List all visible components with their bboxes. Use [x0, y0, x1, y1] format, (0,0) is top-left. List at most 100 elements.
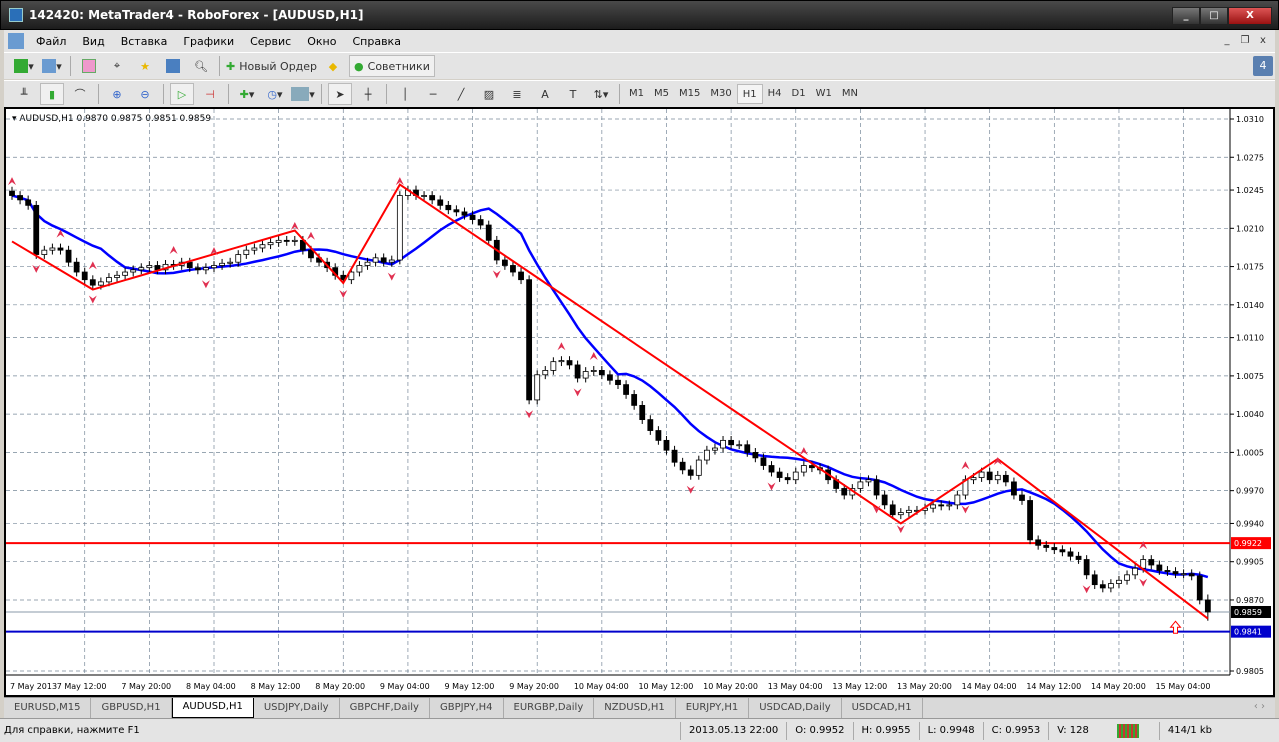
chart-tab[interactable]: GBPCHF,Daily — [340, 698, 430, 718]
zoom-in-button[interactable]: ⊕ — [105, 83, 129, 105]
timeframe-w1[interactable]: W1 — [811, 84, 837, 104]
candle-body — [57, 247, 64, 251]
notifications-badge[interactable]: 4 — [1253, 56, 1273, 76]
minimize-button[interactable]: _ — [1172, 7, 1200, 25]
chart-tab[interactable]: GBPJPY,H4 — [430, 698, 504, 718]
candle-body — [81, 271, 88, 281]
standard-toolbar: ▾ ▾ ⌖ ★ 🔍︎ ✚ Новый Ордер ◆ ● Советники — [4, 52, 1275, 79]
x-tick-label: 9 May 12:00 — [445, 682, 495, 691]
menu-help[interactable]: Справка — [344, 35, 408, 48]
candle-body — [518, 271, 524, 281]
close-button[interactable]: X — [1228, 7, 1272, 25]
x-tick-label: 10 May 04:00 — [574, 682, 629, 691]
new-chart-button[interactable]: ▾ — [12, 55, 36, 77]
chart-tab[interactable]: USDCAD,H1 — [842, 698, 923, 718]
menu-file[interactable]: Файл — [28, 35, 74, 48]
candle-body — [526, 279, 533, 401]
timeframe-m1[interactable]: M1 — [624, 84, 649, 104]
bar-chart-button[interactable]: ╨ — [12, 83, 36, 105]
fractal-up-icon — [88, 261, 97, 270]
candle-body — [372, 257, 379, 263]
cursor-tool[interactable]: ➤ — [328, 83, 352, 105]
x-tick-label: 8 May 20:00 — [315, 682, 365, 691]
fractal-down-icon — [961, 505, 970, 514]
market-watch-icon — [82, 59, 96, 73]
candle-body — [275, 239, 282, 243]
timeframe-mn[interactable]: MN — [837, 84, 863, 104]
candle-body — [421, 195, 427, 197]
menu-insert[interactable]: Вставка — [113, 35, 176, 48]
indicators-button[interactable]: ✚ ▾ — [235, 83, 259, 105]
menu-window[interactable]: Окно — [299, 35, 344, 48]
menu-charts[interactable]: Графики — [175, 35, 242, 48]
chart-window-icon[interactable] — [8, 33, 24, 49]
crosshair-tool[interactable]: ┼ — [356, 83, 380, 105]
navigator-button[interactable]: ★ — [133, 55, 157, 77]
chart-tab[interactable]: USDJPY,Daily — [254, 698, 340, 718]
candle-body — [453, 209, 460, 213]
text-label-tool[interactable]: T — [561, 83, 585, 105]
menu-tools[interactable]: Сервис — [242, 35, 299, 48]
mdi-close-button[interactable]: x — [1255, 33, 1271, 49]
candle-body — [1156, 564, 1163, 571]
profiles-button[interactable]: ▾ — [40, 55, 64, 77]
candle-body — [1091, 574, 1098, 586]
timeframe-h1[interactable]: H1 — [736, 84, 763, 104]
maximize-button[interactable]: □ — [1200, 7, 1228, 25]
candle-body — [582, 371, 589, 379]
candle-body — [477, 219, 484, 226]
crosshair-target-icon: ⌖ — [113, 59, 121, 72]
mdi-restore-button[interactable]: ❐ — [1237, 33, 1253, 49]
arrows-tool[interactable]: ⇅ ▾ — [589, 83, 613, 105]
chart-tab[interactable]: EURJPY,H1 — [676, 698, 750, 718]
timeframe-m5[interactable]: M5 — [649, 84, 674, 104]
expert-advisors-button[interactable]: ● Советники — [349, 55, 435, 77]
timeframe-m15[interactable]: M15 — [674, 84, 705, 104]
fractal-up-icon — [290, 221, 299, 230]
candle-body — [203, 267, 209, 271]
candle-body — [946, 504, 953, 507]
candlestick-button[interactable]: ▮ — [40, 83, 64, 105]
price-chart[interactable]: ▾ AUDUSD,H1 0.9870 0.9875 0.9851 0.9859 1… — [6, 109, 1273, 695]
chart-window[interactable]: ▾ AUDUSD,H1 0.9870 0.9875 0.9851 0.9859 1… — [4, 107, 1275, 697]
horizontal-line-tool[interactable]: ─ — [421, 83, 445, 105]
candle-body — [671, 449, 678, 463]
chart-tab[interactable]: EURUSD,M15 — [4, 698, 92, 718]
line-chart-button[interactable]: ⌒ — [68, 83, 92, 105]
equidistant-channel-tool[interactable]: ▨ — [477, 83, 501, 105]
timeframe-m30[interactable]: M30 — [705, 84, 736, 104]
candle-body — [396, 195, 403, 261]
timeframe-h4[interactable]: H4 — [763, 84, 787, 104]
timeframe-d1[interactable]: D1 — [787, 84, 811, 104]
candle-body — [17, 195, 23, 201]
chart-tab[interactable]: AUDUSD,H1 — [171, 698, 254, 718]
chart-tab[interactable]: GBPUSD,H1 — [91, 698, 172, 718]
mdi-minimize-button[interactable]: _ — [1219, 33, 1235, 49]
periods-button[interactable]: ◷ ▾ — [263, 83, 287, 105]
vertical-line-tool[interactable]: │ — [393, 83, 417, 105]
chart-tab[interactable]: NZDUSD,H1 — [594, 698, 676, 718]
zoom-out-button[interactable]: ⊖ — [133, 83, 157, 105]
data-window-button[interactable]: ⌖ — [105, 55, 129, 77]
tab-scroll-arrows[interactable]: ‹ › — [1254, 701, 1265, 712]
strategy-tester-button[interactable]: 🔍︎ — [189, 55, 213, 77]
terminal-button[interactable] — [161, 55, 185, 77]
alert-button[interactable]: ◆ — [321, 55, 345, 77]
menu-view[interactable]: Вид — [74, 35, 112, 48]
candle-body — [1099, 584, 1106, 589]
text-tool[interactable]: A — [533, 83, 557, 105]
candle-body — [938, 504, 945, 507]
status-close: C: 0.9953 — [982, 721, 1049, 740]
fibonacci-tool[interactable]: ≣ — [505, 83, 529, 105]
new-order-button[interactable]: ✚ Новый Ордер — [226, 55, 317, 77]
candle-body — [219, 262, 225, 266]
candle-body — [97, 281, 104, 286]
chart-tab[interactable]: EURGBP,Daily — [504, 698, 595, 718]
candle-body — [49, 247, 56, 251]
autoscroll-button[interactable]: ▷ — [170, 83, 194, 105]
trendline-tool[interactable]: ╱ — [449, 83, 473, 105]
chart-tab[interactable]: USDCAD,Daily — [749, 698, 842, 718]
templates-button[interactable]: ▾ — [291, 83, 315, 105]
market-watch-button[interactable] — [77, 55, 101, 77]
chart-shift-button[interactable]: ⊣ — [198, 83, 222, 105]
